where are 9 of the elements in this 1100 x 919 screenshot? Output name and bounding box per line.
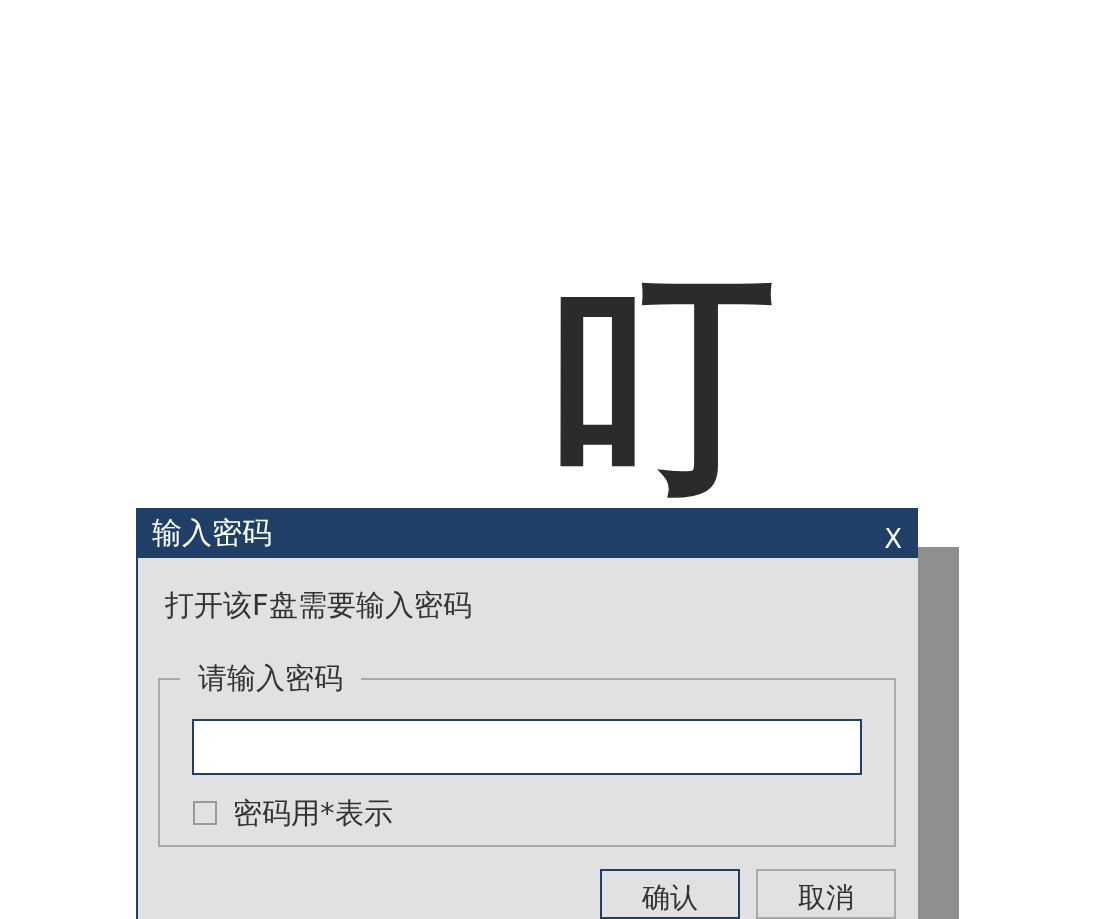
sound-effect-text: 叮 bbox=[545, 270, 775, 500]
dialog-button[interactable]: 取消 bbox=[756, 868, 896, 919]
checkbox[interactable] bbox=[193, 801, 217, 826]
message-text: 打开该F盘需要输入密码 bbox=[165, 588, 472, 622]
dialog-button[interactable]: 确认 bbox=[600, 868, 740, 919]
close-button[interactable]: X bbox=[884, 526, 902, 552]
password-field[interactable] bbox=[192, 718, 862, 775]
window-title: 输入密码 bbox=[152, 518, 272, 548]
checkbox-label: 密码用*表示 bbox=[233, 794, 393, 832]
